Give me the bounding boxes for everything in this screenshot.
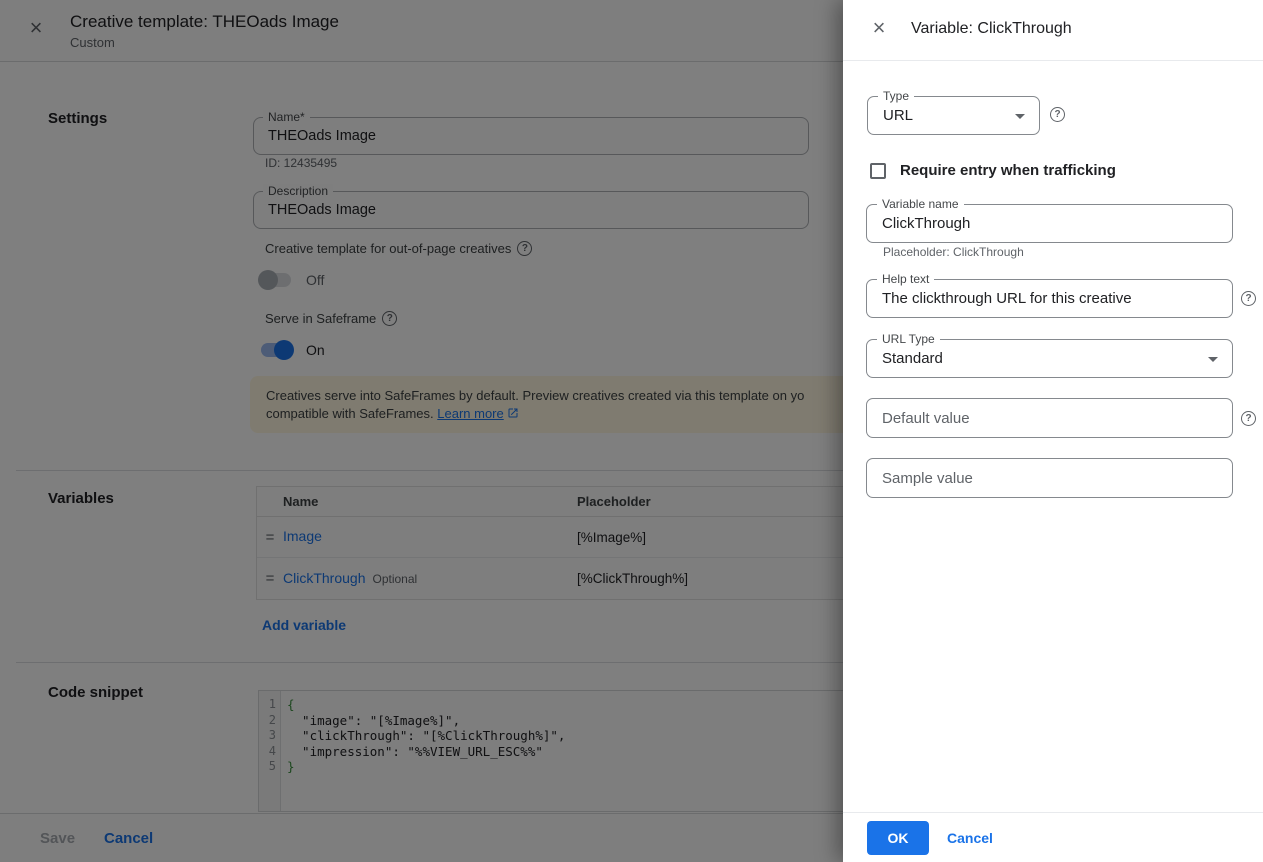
placeholder-hint: Placeholder: ClickThrough <box>883 245 1024 259</box>
help-icon[interactable]: ? <box>1241 291 1256 306</box>
panel-header: × Variable: ClickThrough <box>843 0 1263 61</box>
type-select[interactable]: Type URL <box>867 96 1040 135</box>
panel-title: Variable: ClickThrough <box>911 20 1072 38</box>
default-value-input[interactable] <box>882 399 1204 437</box>
ok-button[interactable]: OK <box>867 821 929 855</box>
help-text-field[interactable]: Help text <box>866 279 1233 318</box>
variable-name-input[interactable] <box>882 205 1204 242</box>
help-icon[interactable]: ? <box>1241 411 1256 426</box>
url-type-select[interactable]: URL Type Standard <box>866 339 1233 378</box>
screen: × Creative template: THEOads Image Custo… <box>0 0 1263 862</box>
dropdown-arrow-icon <box>1208 357 1218 362</box>
close-icon[interactable]: × <box>867 16 891 40</box>
variable-name-field[interactable]: Variable name <box>866 204 1233 243</box>
help-text-input[interactable] <box>882 280 1204 317</box>
help-icon[interactable]: ? <box>1050 107 1065 122</box>
default-value-field[interactable] <box>866 398 1233 438</box>
panel-cancel-button[interactable]: Cancel <box>947 813 993 862</box>
url-type-value: Standard <box>882 340 1204 377</box>
sample-value-field[interactable] <box>866 458 1233 498</box>
require-entry-checkbox[interactable] <box>870 163 886 179</box>
type-select-value: URL <box>883 97 1011 134</box>
panel-footer: OK Cancel <box>843 812 1263 862</box>
require-entry-label: Require entry when trafficking <box>900 162 1116 179</box>
variable-panel: × Variable: ClickThrough Type URL ? Requ… <box>843 0 1263 862</box>
require-entry-row[interactable]: Require entry when trafficking <box>870 162 1116 179</box>
sample-value-input[interactable] <box>882 459 1204 497</box>
dropdown-arrow-icon <box>1015 114 1025 119</box>
